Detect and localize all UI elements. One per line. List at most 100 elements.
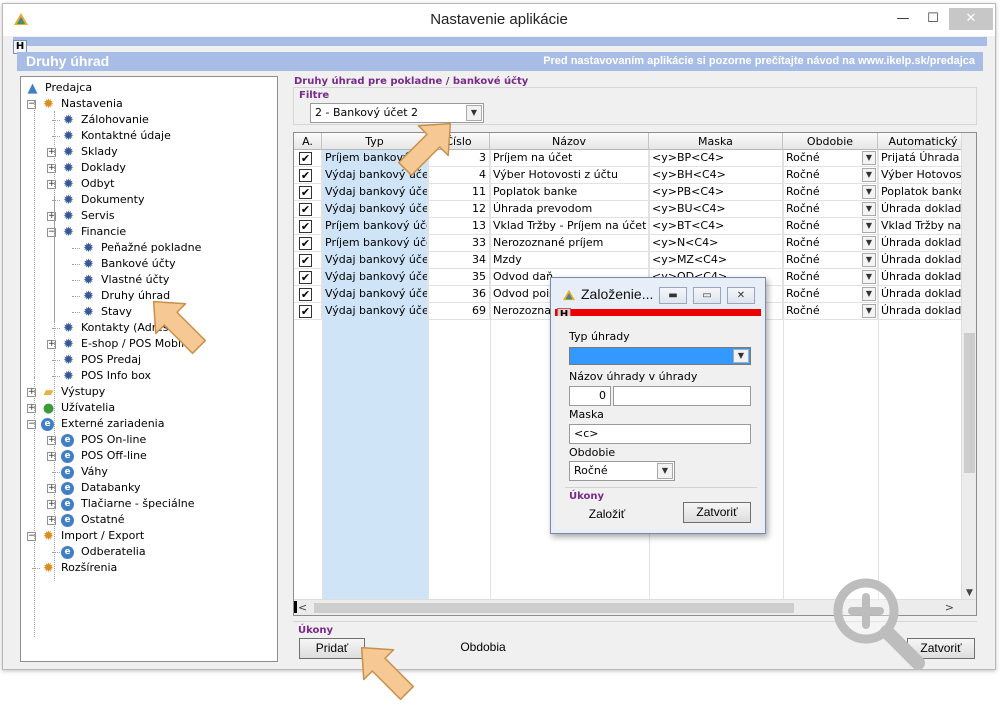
tree-item[interactable]: ✹ Vlastné účty [21, 272, 277, 288]
dialog-close-action-button[interactable]: Zatvoriť [683, 502, 751, 523]
horizontal-scroll-thumb[interactable] [314, 603, 794, 613]
tree-item[interactable]: ✹ Zálohovanie [21, 112, 277, 128]
nazov-number-input[interactable]: 0 [569, 386, 611, 406]
chevron-down-icon[interactable]: ▼ [733, 349, 749, 363]
active-checkbox[interactable]: ✔ [299, 288, 312, 301]
chevron-down-icon[interactable]: ▼ [862, 185, 876, 199]
tree-item[interactable]: − ✹ Import / Export [21, 528, 277, 544]
tree-item[interactable]: − e Externé zariadenia [21, 416, 277, 432]
tree-item[interactable]: + ✹ Servis [21, 208, 277, 224]
tree-item[interactable]: + e Tlačiarne - špeciálne [21, 496, 277, 512]
column-header[interactable]: Maska [649, 133, 783, 150]
table-row[interactable]: ✔ Príjem bankový účet 13 Vklad Tržby - Príj… [294, 218, 976, 235]
active-cell: ✔ [294, 235, 322, 252]
gear-blue-icon: ✹ [83, 289, 94, 304]
gear-blue-icon: ✹ [83, 257, 94, 272]
zoom-in-icon[interactable] [828, 573, 928, 673]
chevron-down-icon[interactable]: ▼ [862, 253, 876, 267]
tree-item[interactable]: ▲ Predajca [21, 80, 277, 96]
periods-button[interactable]: Obdobia [443, 638, 523, 659]
scroll-left-icon[interactable]: < [298, 600, 307, 615]
maximize-button[interactable]: ☐ [918, 8, 948, 30]
chevron-down-icon[interactable]: ▼ [862, 304, 876, 318]
column-header[interactable]: Názov [490, 133, 649, 150]
active-checkbox[interactable]: ✔ [299, 305, 312, 318]
dialog-minimize-button[interactable]: ▬ [659, 287, 687, 304]
tree-item[interactable]: + e Ostatné [21, 512, 277, 528]
tree-item[interactable]: ✹ POS Info box [21, 368, 277, 384]
scroll-down-icon[interactable]: ▼ [962, 586, 976, 600]
chevron-down-icon[interactable]: ▼ [862, 287, 876, 301]
tree-item[interactable]: + ▰ Výstupy [21, 384, 277, 400]
typ-select[interactable]: ▼ [569, 347, 751, 365]
chevron-down-icon[interactable]: ▼ [862, 270, 876, 284]
tree-item-label: Doklady [81, 161, 126, 174]
chevron-down-icon[interactable]: ▼ [862, 236, 876, 250]
tree-item[interactable]: e Váhy [21, 464, 277, 480]
table-row[interactable]: ✔ Výdaj bankový účet 12 Úhrada prevodom <y>B… [294, 201, 976, 218]
tree-item[interactable]: ✹ Rozšírenia [21, 560, 277, 576]
tree-item-label: Výstupy [61, 385, 106, 398]
vertical-scroll-thumb[interactable] [964, 333, 975, 473]
tree-item[interactable]: ✹ Dokumenty [21, 192, 277, 208]
dialog-maximize-button[interactable]: ▭ [693, 287, 721, 304]
app-logo-icon [563, 289, 575, 301]
active-checkbox[interactable]: ✔ [299, 271, 312, 284]
column-header[interactable]: Obdobie [783, 133, 878, 150]
chevron-down-icon[interactable]: ▼ [862, 219, 876, 233]
gear-blue-icon: ✹ [83, 241, 94, 256]
gear-blue-icon: ✹ [63, 369, 74, 384]
tree-item[interactable]: ✹ Kontaktné údaje [21, 128, 277, 144]
tree-item[interactable]: + ● Užívatelia [21, 400, 277, 416]
active-checkbox[interactable]: ✔ [299, 237, 312, 250]
tree-item-label: Stavy [101, 305, 133, 318]
nazov-cell: Nerozoznané príjem [490, 235, 649, 252]
chevron-down-icon[interactable]: ▼ [862, 168, 876, 182]
tree-item[interactable]: − ✹ Nastavenia [21, 96, 277, 112]
gear-blue-icon: ✹ [63, 225, 74, 240]
vertical-scrollbar[interactable]: ▼ [961, 133, 976, 600]
obdobie-select[interactable]: Ročné ▼ [569, 461, 675, 481]
tree-item[interactable]: + ✹ Doklady [21, 160, 277, 176]
chevron-down-icon[interactable]: ▼ [862, 202, 876, 216]
tree-item[interactable]: + e POS Off-line [21, 448, 277, 464]
chevron-down-icon[interactable]: ▼ [862, 151, 876, 165]
gear-blue-icon: ✹ [63, 113, 74, 128]
typ-cell: Výdaj bankový účet [322, 286, 428, 303]
dialog-close-button[interactable]: ✕ [727, 287, 755, 304]
nazov-cell: Mzdy [490, 252, 649, 269]
tree-item[interactable]: + ✹ Odbyt [21, 176, 277, 192]
nazov-cell: Vklad Tržby - Príjem na účet [490, 218, 649, 235]
obdobie-cell: Ročné ▼ [783, 235, 878, 252]
page-title: Druhy úhrad [26, 53, 110, 69]
table-row[interactable]: ✔ Výdaj bankový účet 34 Mzdy <y>MZ<C4> Ročné ▼… [294, 252, 976, 269]
tree-item[interactable]: e Odberatelia [21, 544, 277, 560]
tree-item-label: Externé zariadenia [61, 417, 165, 430]
active-checkbox[interactable]: ✔ [299, 169, 312, 182]
nazov-text-input[interactable] [613, 386, 751, 406]
active-checkbox[interactable]: ✔ [299, 254, 312, 267]
tree-item[interactable]: ✹ Peňažné pokladne [21, 240, 277, 256]
chevron-down-icon[interactable]: ▼ [657, 463, 673, 479]
obdobie-cell: Ročné ▼ [783, 201, 878, 218]
column-header[interactable]: A. [294, 133, 322, 150]
tree-item[interactable]: ✹ Bankové účty [21, 256, 277, 272]
table-row[interactable]: ✔ Príjem bankový účet 33 Nerozoznané príjem… [294, 235, 976, 252]
table-row[interactable]: ✔ Výdaj bankový účet 11 Poplatok banke <y>PB… [294, 184, 976, 201]
create-button[interactable]: Založiť [577, 507, 637, 521]
active-checkbox[interactable]: ✔ [299, 220, 312, 233]
close-window-button[interactable]: ✕ [949, 8, 993, 30]
cislo-cell: 36 [428, 286, 490, 303]
maska-input[interactable]: <c> [569, 424, 751, 444]
scroll-right-icon[interactable]: > [945, 600, 954, 615]
chevron-down-icon[interactable]: ▼ [466, 105, 482, 121]
tree-item[interactable]: + e Databanky [21, 480, 277, 496]
tree-item[interactable]: − ✹ Financie [21, 224, 277, 240]
active-checkbox[interactable]: ✔ [299, 152, 312, 165]
tree-item[interactable]: + e POS On-line [21, 432, 277, 448]
active-checkbox[interactable]: ✔ [299, 186, 312, 199]
active-checkbox[interactable]: ✔ [299, 203, 312, 216]
tree-item[interactable]: + ✹ Sklady [21, 144, 277, 160]
minimize-button[interactable]: — [888, 8, 918, 30]
title-bar: Nastavenie aplikácie — ☐ ✕ [3, 4, 995, 36]
